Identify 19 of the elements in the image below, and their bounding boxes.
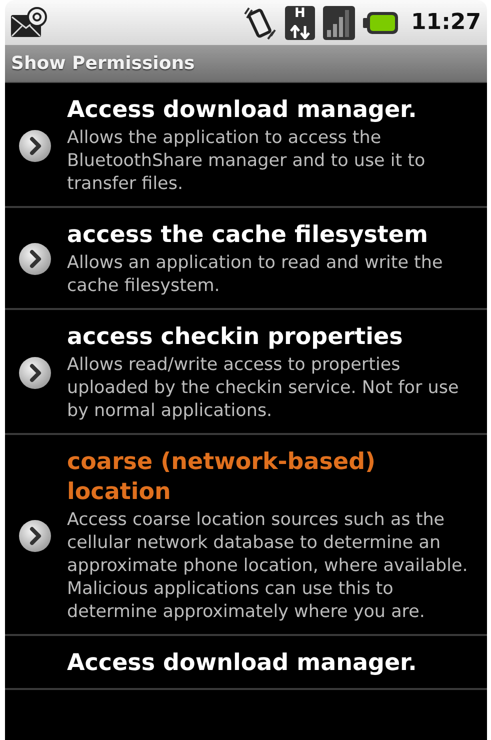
- chevron-icon: [18, 128, 52, 162]
- signal-icon: [322, 6, 355, 40]
- permission-title[interactable]: access checkin properties: [67, 322, 479, 352]
- battery-icon: [362, 10, 399, 34]
- permission-title[interactable]: access the cache filesystem: [67, 220, 479, 250]
- permission-description: Access coarse location sources such as the cellular network database to determine an approximate phone location, where available. Malicious applications can use this to determine approximately where you are.: [67, 509, 469, 624]
- permission-description: Allows an application to read and write the cache filesystem.: [67, 252, 444, 298]
- chevron-icon: [18, 242, 52, 276]
- email-notification-icon: [9, 6, 49, 38]
- permission-title[interactable]: coarse (network-based) location: [67, 447, 479, 507]
- network-type-icon: H: [284, 6, 315, 40]
- chevron-icon: [18, 356, 52, 390]
- screen-title: Show Permissions: [11, 53, 195, 74]
- clock-time: 11:27: [410, 10, 481, 35]
- permission-title[interactable]: Access download manager.: [67, 95, 479, 125]
- permission-description: Allows read/write access to properties uploaded by the checkin service. Not for use by normal applications.: [67, 354, 460, 423]
- permission-title[interactable]: Access download manager.: [67, 648, 479, 678]
- chevron-icon: [18, 518, 52, 552]
- permission-description: Allows the application to access the BluetoothShare manager and to use it to transfer files.: [67, 127, 426, 196]
